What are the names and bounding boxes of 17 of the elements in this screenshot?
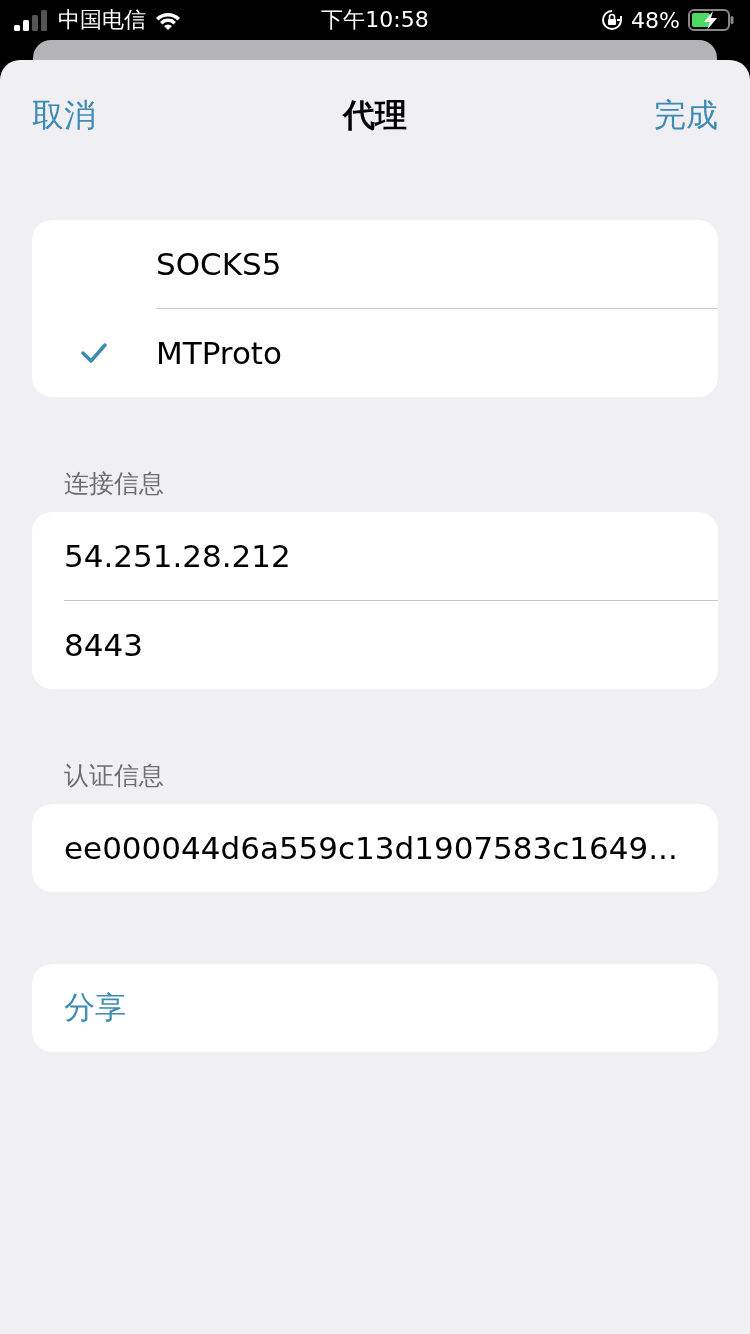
signal-icon bbox=[14, 9, 50, 31]
share-button[interactable]: 分享 bbox=[32, 964, 718, 1052]
input-field[interactable]: 8443 bbox=[32, 601, 718, 689]
battery-percent: 48% bbox=[631, 7, 680, 33]
status-time: 下午10:58 bbox=[321, 6, 429, 34]
protocol-label: SOCKS5 bbox=[156, 246, 282, 282]
section-header: 连接信息 bbox=[63, 468, 165, 500]
protocol-option[interactable]: MTProto bbox=[32, 309, 718, 397]
protocol-option[interactable]: SOCKS5 bbox=[32, 220, 718, 308]
carrier-name: 中国电信 bbox=[58, 6, 146, 34]
sheet-title: 代理 bbox=[343, 95, 407, 136]
battery-charging-icon bbox=[688, 8, 734, 32]
protocol-label: MTProto bbox=[156, 335, 282, 371]
input-field[interactable]: 54.251.28.212 bbox=[32, 512, 718, 600]
input-field[interactable]: ee000044d6a559c13d1907583c1649... bbox=[32, 804, 718, 892]
rotation-lock-icon bbox=[601, 9, 624, 31]
section-header: 认证信息 bbox=[63, 760, 165, 792]
